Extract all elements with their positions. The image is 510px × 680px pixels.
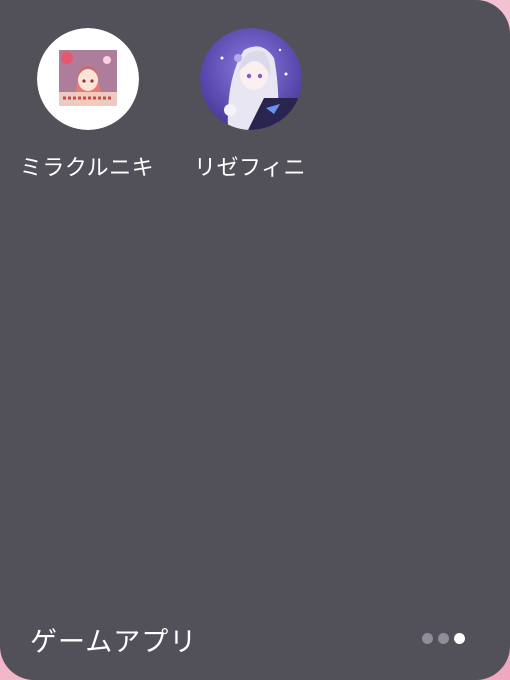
folder-title[interactable]: ゲームアプリ: [30, 620, 197, 659]
miracle-nikki-app-icon[interactable]: [37, 28, 139, 130]
app-rezero-infinity[interactable]: リゼフィニ: [175, 28, 325, 188]
app-label: リゼフィニ: [193, 156, 307, 181]
app-label: ミラクルニキ: [19, 156, 155, 181]
app-folder: ミラクルニキ リゼフィニ ゲームアプリ: [0, 0, 510, 680]
rezero-infinity-app-icon[interactable]: [200, 28, 302, 130]
page-indicator[interactable]: [420, 633, 468, 645]
page-dot[interactable]: [422, 633, 433, 644]
page-dot[interactable]: [438, 633, 449, 644]
app-grid: ミラクルニキ リゼフィニ: [0, 0, 510, 200]
page-dot-active[interactable]: [454, 633, 465, 644]
app-miracle-nikki[interactable]: ミラクルニキ: [12, 28, 162, 188]
